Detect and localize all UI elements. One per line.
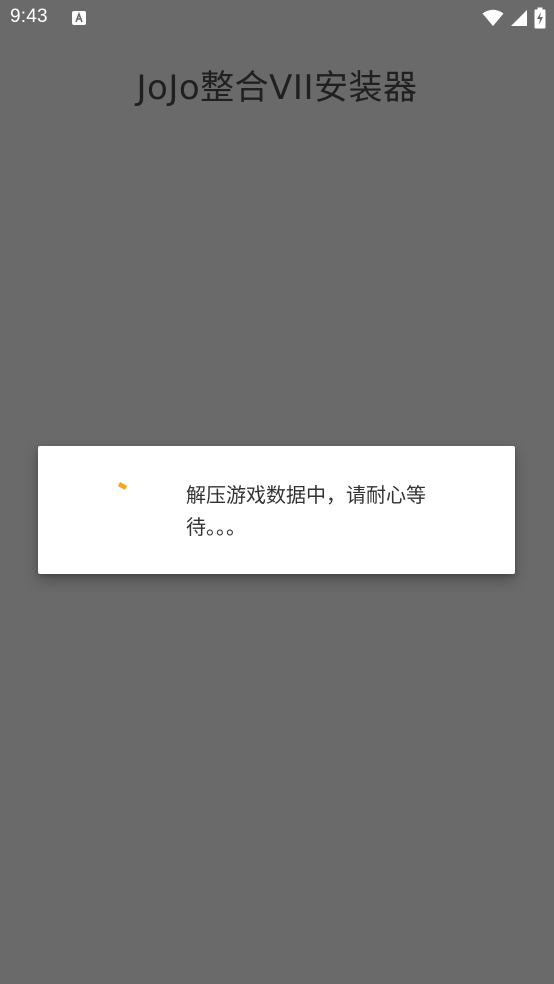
wifi-icon [482,9,504,27]
progress-spinner-icon [108,474,144,510]
status-icons [482,7,546,29]
battery-charging-icon [534,7,546,29]
progress-dialog: 解压游戏数据中，请耐心等待。。。 [38,446,515,574]
status-bar: 9:43 [0,0,554,38]
dialog-message: 解压游戏数据中，请耐心等待。。。 [186,483,426,539]
app-title: JoJo整合VII安装器 [136,68,418,108]
status-time: 9:43 [10,6,48,27]
cell-signal-icon [510,9,528,27]
android-a-icon [72,11,86,25]
